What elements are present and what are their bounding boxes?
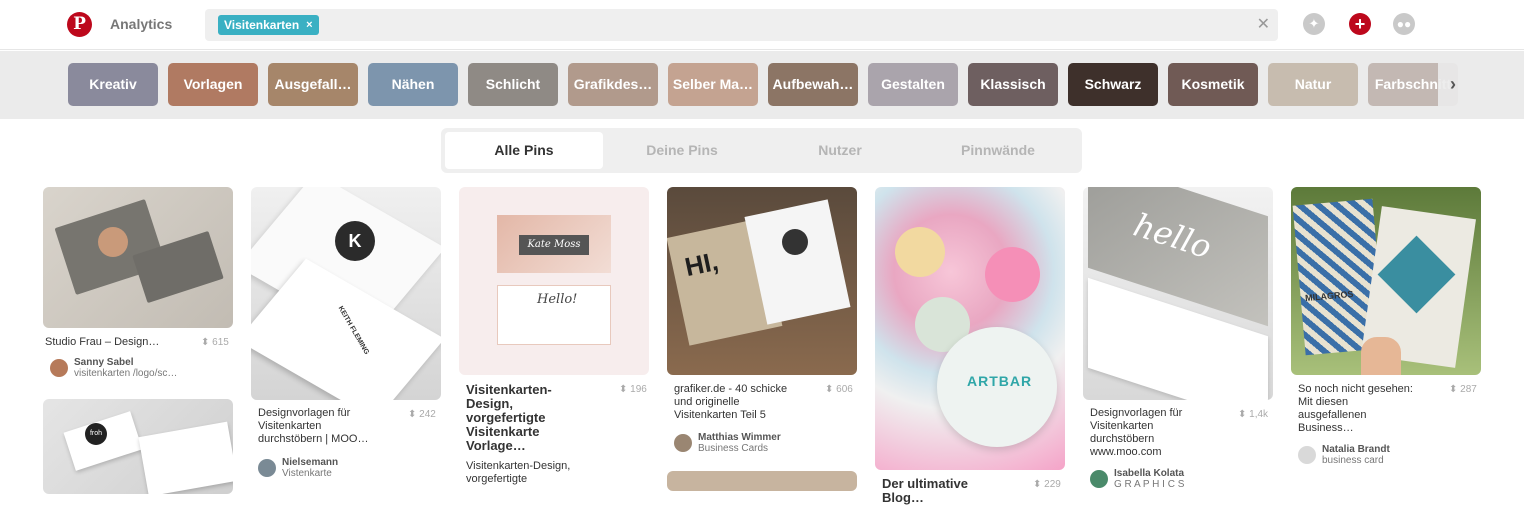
pin-image[interactable]: froh — [43, 399, 233, 494]
pin-title: So noch nicht gesehen: Mit diesen ausgef… — [1298, 383, 1413, 434]
card-logo-circle: froh — [85, 423, 107, 445]
pin-user[interactable]: Matthias Wimmer Business Cards — [674, 432, 781, 454]
pin-repin-count: ⬍ 196 — [619, 384, 647, 395]
pin-title: grafiker.de - 40 schicke und originelle … — [674, 383, 788, 421]
pin-image[interactable] — [43, 187, 233, 328]
pin-user[interactable]: Isabella Kolata G R A P H I C S — [1090, 468, 1184, 490]
card-shape — [895, 227, 945, 277]
user-name: Nielsemann — [282, 457, 339, 468]
pin-title: Designvorlagen für Visitenkarten durchst… — [258, 407, 369, 445]
card-logo-circle — [782, 229, 808, 255]
avatar — [1298, 446, 1316, 464]
pin-repin-count: ⬍ 1,4k — [1238, 409, 1269, 420]
guide-item[interactable]: Gestalten — [868, 63, 958, 106]
guide-item[interactable]: Ausgefall… — [268, 63, 358, 106]
pin-repin-count: ⬍ 287 — [1449, 384, 1477, 395]
guide-item[interactable]: Selber Ma… — [668, 63, 758, 106]
tab-nutzer[interactable]: Nutzer — [761, 132, 919, 169]
guide-item[interactable]: Grafikdes… — [568, 63, 658, 106]
pin-image[interactable]: HI, — [667, 187, 857, 375]
card-logo-circle — [98, 227, 128, 257]
user-name: Matthias Wimmer — [698, 432, 781, 443]
search-chip-label: Visitenkarten — [224, 18, 300, 32]
analytics-link[interactable]: Analytics — [110, 16, 172, 32]
pin-card[interactable]: Kate Moss Hello! Visitenkarten-Design, v… — [459, 187, 649, 486]
avatar — [1090, 470, 1108, 488]
pin-card[interactable]: froh — [43, 399, 233, 494]
pin-user[interactable]: Natalia Brandt business card — [1298, 444, 1390, 466]
top-header: P Analytics Visitenkarten × ✕ ✦ + ●● — [0, 0, 1524, 50]
pin-user[interactable]: Sanny Sabel visitenkarten /logo/sc… — [50, 357, 177, 379]
pin-title: Visitenkarten-Design, vorgefertigte Visi… — [466, 382, 552, 453]
user-name: Natalia Brandt — [1322, 444, 1390, 455]
guide-item[interactable]: Schlicht — [468, 63, 558, 106]
card-text: Hello! — [537, 292, 578, 307]
pin-title: Designvorlagen für Visitenkarten durchst… — [1090, 407, 1183, 458]
guide-item[interactable]: Klassisch — [968, 63, 1058, 106]
pin-card[interactable]: HI, grafiker.de - 40 schicke und origine… — [667, 187, 857, 491]
search-clear-icon[interactable]: ✕ — [1257, 14, 1270, 34]
pin-card[interactable]: ARTBAR Der ultimative Blog… ⬍ 229 — [875, 187, 1065, 505]
pin-image[interactable] — [667, 471, 857, 491]
pin-card[interactable]: hello Designvorlagen für Visitenkarten d… — [1083, 187, 1273, 490]
chip-close-icon[interactable]: × — [306, 15, 312, 35]
pin-card[interactable]: Studio Frau – Design… ⬍ 615 Sanny Sabel … — [43, 187, 233, 387]
avatar — [50, 359, 68, 377]
guide-item[interactable]: Kosmetik — [1168, 63, 1258, 106]
guide-item[interactable]: Vorlagen — [168, 63, 258, 106]
pin-image[interactable]: ARTBAR — [875, 187, 1065, 470]
add-pin-icon[interactable]: + — [1349, 13, 1371, 35]
board-name: business card — [1322, 455, 1384, 466]
pin-title: Studio Frau – Design… — [45, 336, 160, 348]
pin-user[interactable]: Nielsemann Vistenkarte — [258, 457, 338, 479]
card-text: ARTBAR — [967, 373, 1033, 389]
pin-image[interactable]: Kate Moss Hello! — [459, 187, 649, 375]
user-name: Isabella Kolata — [1114, 468, 1185, 479]
pin-card[interactable]: K KEITH FLEMING Designvorlagen für Visit… — [251, 187, 441, 486]
tab-pinnwaende[interactable]: Pinnwände — [919, 132, 1077, 169]
guide-item[interactable]: Schwarz — [1068, 63, 1158, 106]
pin-card[interactable]: MILAGROS So noch nicht gesehen: Mit dies… — [1291, 187, 1481, 486]
tab-deine-pins[interactable]: Deine Pins — [603, 132, 761, 169]
board-name: G R A P H I C S — [1114, 479, 1185, 490]
search-chip[interactable]: Visitenkarten × — [218, 15, 319, 35]
pin-repin-count: ⬍ 242 — [408, 409, 436, 420]
card-text: Kate Moss — [519, 235, 589, 255]
pin-repin-count: ⬍ 229 — [1033, 479, 1061, 490]
board-name: Vistenkarte — [282, 468, 332, 479]
tab-alle-pins[interactable]: Alle Pins — [445, 132, 603, 169]
chevron-right-icon[interactable]: › — [1438, 63, 1468, 106]
avatar — [258, 459, 276, 477]
card-logo-circle: K — [335, 221, 375, 261]
pin-title: Der ultimative Blog… — [882, 476, 968, 505]
pinterest-logo-icon[interactable]: P — [67, 12, 92, 37]
compass-icon[interactable]: ✦ — [1303, 13, 1325, 35]
search-input[interactable]: Visitenkarten × ✕ — [205, 9, 1278, 41]
guide-item[interactable]: Natur — [1268, 63, 1358, 106]
guided-search-bar: Kreativ Vorlagen Ausgefall… Nähen Schlic… — [0, 51, 1524, 119]
pin-image[interactable]: K KEITH FLEMING — [251, 187, 441, 400]
avatar — [674, 434, 692, 452]
pin-description: Visitenkarten-Design, vorgefertigte — [466, 460, 571, 485]
guide-item[interactable]: Nähen — [368, 63, 458, 106]
card-shape — [138, 421, 233, 494]
card-shape — [1361, 337, 1401, 375]
board-name: Business Cards — [698, 443, 769, 454]
pin-image[interactable]: hello — [1083, 187, 1273, 400]
pin-repin-count: ⬍ 606 — [825, 384, 853, 395]
messages-icon[interactable]: ●● — [1393, 13, 1415, 35]
user-name: Sanny Sabel — [74, 357, 134, 368]
pin-image[interactable]: MILAGROS — [1291, 187, 1481, 375]
pin-filter-tabs: Alle Pins Deine Pins Nutzer Pinnwände — [441, 128, 1082, 173]
guide-item[interactable]: Aufbewah… — [768, 63, 858, 106]
guide-item[interactable]: Kreativ — [68, 63, 158, 106]
card-shape — [985, 247, 1040, 302]
pin-repin-count: ⬍ 615 — [201, 337, 229, 348]
board-name: visitenkarten /logo/sc… — [74, 368, 178, 379]
